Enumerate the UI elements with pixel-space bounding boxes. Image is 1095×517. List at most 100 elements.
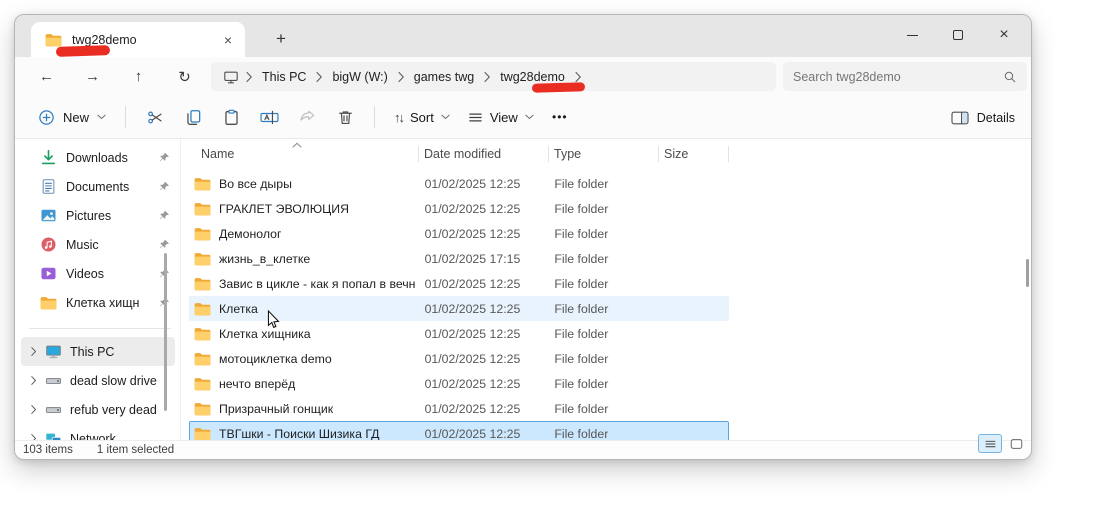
file-type: File folder	[554, 301, 609, 316]
chevron-right-icon[interactable]	[30, 346, 37, 357]
pin-icon	[158, 152, 170, 164]
delete-button[interactable]	[326, 101, 364, 133]
new-button[interactable]: New	[29, 101, 115, 133]
file-row-selected[interactable]: ТВГшки - Поиски Шизика ГД 01/02/2025 12:…	[189, 421, 729, 440]
file-date: 01/02/2025 12:25	[424, 401, 521, 416]
paste-button[interactable]	[212, 101, 250, 133]
sidebar-item-downloads[interactable]: Downloads	[18, 143, 178, 172]
new-tab-button[interactable]: +	[267, 26, 295, 51]
file-name: Демонолог	[219, 226, 282, 241]
sidebar-item-videos[interactable]: Videos	[18, 259, 178, 288]
file-name: жизнь_в_клетке	[219, 251, 311, 266]
thumbnail-view-toggle[interactable]	[1004, 434, 1028, 453]
music-icon	[40, 236, 57, 253]
chevron-right-icon[interactable]	[30, 375, 37, 386]
details-view-icon	[984, 438, 997, 450]
refresh-button[interactable]: ↻	[171, 63, 198, 90]
file-name: ГРАКЛЕТ ЭВОЛЮЦИЯ	[219, 201, 349, 216]
search-input[interactable]	[793, 69, 1003, 84]
this-pc-icon	[45, 343, 62, 360]
file-row[interactable]: мотоциклетка demo 01/02/2025 12:25 File …	[189, 346, 729, 371]
column-separator[interactable]	[418, 146, 419, 162]
file-name: Клетка хищника	[219, 326, 311, 341]
sidebar-item-refub-very-dead[interactable]: refub very dead	[21, 395, 175, 424]
drive-icon	[45, 372, 62, 389]
sidebar-item-documents[interactable]: Documents	[18, 172, 178, 201]
rename-button[interactable]	[250, 101, 288, 133]
copy-button[interactable]	[174, 101, 212, 133]
thumbnail-view-icon	[1010, 438, 1023, 450]
file-row[interactable]: нечто вперёд 01/02/2025 12:25 File folde…	[189, 371, 729, 396]
command-toolbar: New ↑↓ Sort View ••• Details	[15, 96, 1031, 139]
sidebar-scrollbar-thumb[interactable]	[164, 253, 167, 411]
breadcrumb-games-twg[interactable]: games twg	[409, 67, 479, 87]
up-button[interactable]: ↑	[125, 63, 152, 90]
sort-button[interactable]: ↑↓ Sort	[385, 101, 459, 133]
view-lines-icon	[468, 110, 483, 125]
file-name: Призрачный гонщик	[219, 401, 334, 416]
breadcrumb-this-pc[interactable]: This PC	[257, 67, 311, 87]
file-name: мотоциклетка demo	[219, 351, 332, 366]
back-button[interactable]: ←	[33, 63, 60, 90]
file-row[interactable]: Демонолог 01/02/2025 12:25 File folder	[189, 221, 729, 246]
sidebar-item-pictures[interactable]: Pictures	[18, 201, 178, 230]
chevron-right-icon	[315, 71, 323, 83]
minimize-icon	[906, 34, 918, 36]
details-view-toggle[interactable]	[978, 434, 1002, 453]
chevron-right-icon[interactable]	[30, 404, 37, 415]
column-header-date-modified[interactable]: Date modified	[418, 147, 548, 161]
sort-button-label: Sort	[410, 109, 434, 125]
file-name: Завис в цикле - как я попал в вечный к..…	[219, 276, 415, 291]
file-row[interactable]: Во все дыры 01/02/2025 12:25 File folder	[189, 171, 729, 196]
column-header-size[interactable]: Size	[658, 147, 728, 161]
file-list-scrollbar-thumb[interactable]	[1026, 259, 1029, 287]
clipboard-group	[136, 101, 364, 133]
cut-button[interactable]	[136, 101, 174, 133]
sidebar-item-dead-slow-drive[interactable]: dead slow drive	[21, 366, 175, 395]
file-row[interactable]: Призрачный гонщик 01/02/2025 12:25 File …	[189, 396, 729, 421]
folder-icon	[194, 427, 211, 441]
view-button-label: View	[489, 109, 518, 125]
file-date: 01/02/2025 17:15	[424, 251, 521, 266]
close-button[interactable]: ×	[981, 19, 1027, 51]
more-options-button[interactable]: •••	[543, 101, 577, 133]
file-row[interactable]: Завис в цикле - как я попал в вечный к..…	[189, 271, 729, 296]
file-name: ТВГшки - Поиски Шизика ГД	[219, 426, 380, 441]
column-header-name[interactable]: Name	[189, 147, 418, 161]
forward-button[interactable]: →	[79, 63, 106, 90]
search-box[interactable]	[783, 62, 1027, 91]
sidebar-item-kletka-pinned-folder[interactable]: Клетка хищн	[18, 288, 178, 317]
file-list-pane: Name Date modified Type Size Во все дыры…	[181, 139, 1031, 440]
chevron-down-icon	[525, 114, 534, 120]
red-marker-tab-underline	[55, 45, 111, 57]
view-button[interactable]: View	[459, 101, 543, 133]
red-marker-breadcrumb-underline	[531, 82, 586, 93]
sidebar-item-label: Documents	[66, 179, 130, 194]
sidebar-item-music[interactable]: Music	[18, 230, 178, 259]
new-button-label: New	[63, 109, 90, 125]
column-separator[interactable]	[658, 146, 659, 162]
sidebar-item-this-pc[interactable]: This PC	[21, 337, 175, 366]
chevron-right-icon[interactable]	[30, 433, 37, 440]
items-count: 103 items	[23, 444, 73, 456]
nav-buttons: ← → ↑ ↻	[33, 57, 198, 96]
minimize-button[interactable]	[889, 19, 935, 51]
page: twg28demo × + × ← → ↑ ↻ This PC bigW (W:…	[0, 0, 1095, 517]
tab-close-icon[interactable]: ×	[217, 29, 239, 51]
details-pane-button[interactable]: Details	[951, 96, 1015, 139]
folder-icon	[194, 352, 211, 366]
file-row[interactable]: жизнь_в_клетке 01/02/2025 17:15 File fol…	[189, 246, 729, 271]
sort-arrows-icon: ↑↓	[394, 109, 405, 125]
column-separator[interactable]	[728, 146, 729, 162]
file-row[interactable]: ГРАКЛЕТ ЭВОЛЮЦИЯ 01/02/2025 12:25 File f…	[189, 196, 729, 221]
downloads-icon	[40, 149, 57, 166]
file-date: 01/02/2025 12:25	[424, 426, 521, 441]
file-type: File folder	[554, 276, 609, 291]
column-header-type[interactable]: Type	[548, 147, 658, 161]
file-date: 01/02/2025 12:25	[424, 351, 521, 366]
maximize-button[interactable]	[935, 19, 981, 51]
column-separator[interactable]	[548, 146, 549, 162]
breadcrumb-bigw-drive[interactable]: bigW (W:)	[327, 67, 392, 87]
share-button[interactable]	[288, 101, 326, 133]
sidebar-item-network[interactable]: Network	[21, 424, 175, 440]
